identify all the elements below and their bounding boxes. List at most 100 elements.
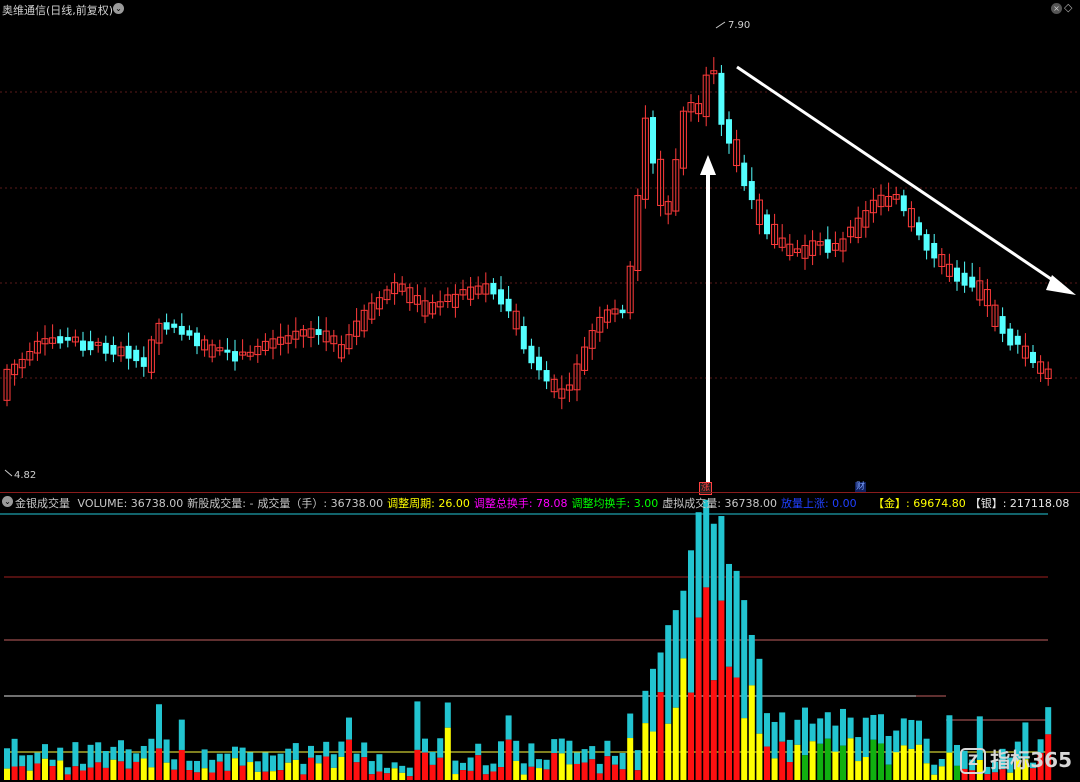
volume-bar [574,763,580,780]
volume-bar [186,770,193,780]
volume-bar [361,757,368,780]
volume-bar [437,757,444,780]
candle-body [726,119,732,144]
volume-bar [118,761,124,780]
volume-bar [247,752,254,763]
volume-bar [452,760,459,775]
volume-bar [748,685,755,780]
candle-body [490,282,497,295]
volume-bar [498,767,504,780]
volume-bar [946,715,953,753]
volume-bar [718,600,725,780]
volume-bar [809,723,816,742]
volume-bar [110,746,117,760]
volume-bar [19,766,26,780]
candle-body [650,117,656,164]
volume-bar [612,764,618,780]
candle-body [528,345,535,364]
volume-bar [612,755,618,765]
candle-body [102,342,109,354]
candle-body [520,326,527,350]
volume-bar [437,738,444,758]
volume-bar [353,762,360,780]
volume-bar [49,766,56,780]
volume-bar [771,721,778,759]
volume-bar [201,768,208,780]
stock-title: 奥维通信(日线,前复权) [2,4,114,17]
volume-bar [140,758,147,780]
candle-body [741,162,748,187]
volume-bar [178,749,185,780]
volume-bar [201,749,208,769]
volume-bar [323,756,330,780]
volume-bar [330,754,337,768]
volume-bar [634,750,641,771]
diamond-icon[interactable]: ◇ [1064,1,1072,14]
candle-body [64,337,71,341]
volume-bar [148,738,155,768]
volume-bar [938,758,945,767]
close-icon[interactable]: × [1051,3,1062,14]
volume-bar [368,774,375,780]
volume-bar [467,770,474,780]
volume-bar [330,767,337,780]
volume-bar [26,755,33,771]
volume-bar [604,740,611,757]
indicator-item: 新股成交量: - [187,497,254,510]
volume-bar [254,771,261,780]
volume-bar [285,748,292,763]
indicator-name[interactable]: 金银成交量 [15,497,70,510]
volume-bar [429,764,436,780]
volume-bar [581,749,588,763]
volume-bar [292,759,299,780]
indicator-right-item: 【金】: 69674.80 [873,497,966,510]
volume-bar [460,770,466,780]
volume-bar [232,758,238,780]
volume-bar [680,590,687,659]
volume-bar [885,735,892,765]
candle-body [1014,335,1021,345]
volume-bar [802,707,808,756]
volume-bar [262,752,269,772]
volume-bar [764,746,770,780]
volume-bar [650,731,656,780]
candle-body [505,298,512,312]
indicator-right-item: 【铜】 [1073,497,1080,510]
volume-bar [680,658,687,780]
volume-bar [95,762,102,780]
volume-bar [80,763,86,771]
volume-bar [938,766,945,780]
volume-bar [627,738,634,780]
volume-bar [353,753,360,763]
volume-bar [741,600,748,719]
volume-bar [308,757,314,780]
volume-bar [133,753,140,762]
candle-body [163,322,170,330]
volume-bar [733,570,740,678]
volume-bar [726,563,732,667]
volume-bar [794,719,801,745]
volume-bar [186,760,193,771]
candle-body [718,72,725,125]
volume-bar [885,764,892,780]
volume-bar [543,759,550,770]
volume-bar [148,767,155,780]
indicator-gold-silver: 【金】: 69674.80【银】: 217118.08【铜】 [873,495,1080,511]
volume-bar [672,610,679,708]
volume-bar [338,756,345,780]
volume-bar [11,738,18,767]
chevron-down-icon[interactable]: ⌄ [2,496,13,507]
volume-bar [954,744,960,766]
chevron-down-icon[interactable]: ⌄ [113,3,124,14]
volume-bar [125,768,132,780]
volume-bar [422,738,428,753]
volume-bar [384,767,390,774]
volume-bar [110,759,117,780]
volume-bar [832,725,839,752]
volume-bar [695,512,702,618]
volume-bar [528,743,535,767]
volume-bar [551,739,558,754]
volume-bar [786,762,793,780]
volume-bar [703,499,710,588]
volume-bar [984,774,991,780]
